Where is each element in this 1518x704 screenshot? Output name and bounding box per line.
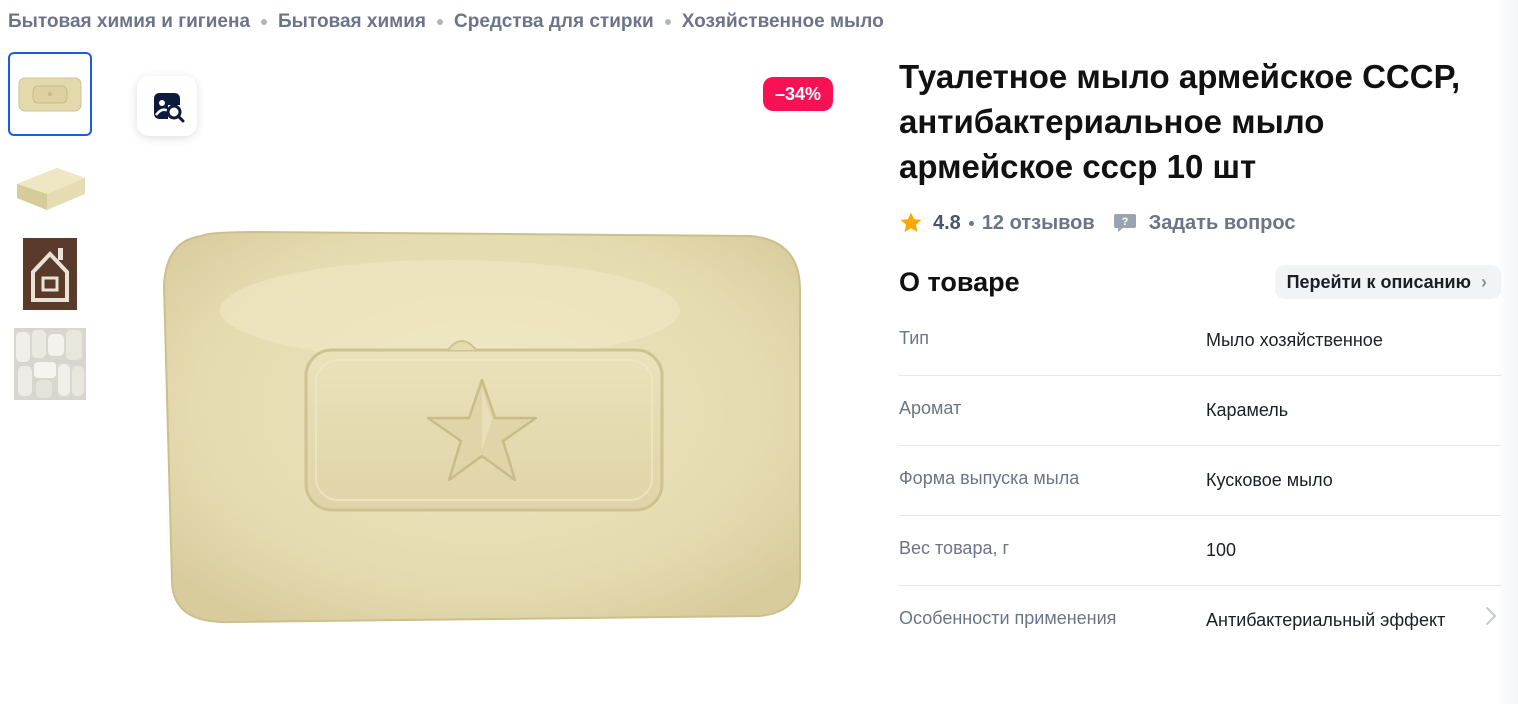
property-row: Вес товара, г 100 — [899, 516, 1501, 586]
about-section-header: О товаре Перейти к описанию › — [899, 262, 1501, 302]
star-icon — [900, 212, 922, 232]
reviews-link[interactable]: 12 отзывов — [982, 212, 1095, 235]
property-name: Вес товара, г — [899, 538, 1010, 558]
property-row: Аромат Карамель — [899, 376, 1501, 446]
property-name: Тип — [899, 328, 930, 348]
rating-row: 4.8 12 отзывов ? Задать вопрос — [899, 208, 1295, 238]
svg-text:?: ? — [1121, 216, 1128, 228]
soap-bar-image — [162, 230, 801, 624]
property-row: Тип Мыло хозяйственное — [899, 306, 1501, 376]
product-title: Туалетное мыло армейское СССР, антибакте… — [899, 58, 1461, 185]
thumbnail-house-pattern[interactable] — [8, 232, 92, 316]
search-by-photo-button[interactable] — [137, 76, 197, 136]
goto-description-button[interactable]: Перейти к описанию › — [1274, 265, 1501, 299]
about-title: О товаре — [899, 266, 1020, 297]
thumbnail-soap-angle[interactable] — [8, 142, 92, 226]
thumbnail-soap-pile[interactable] — [8, 322, 92, 406]
property-name: Форма выпуска мыла — [899, 468, 1080, 488]
ask-question-button[interactable]: ? Задать вопрос — [1113, 211, 1296, 235]
goto-description-label: Перейти к описанию — [1286, 271, 1471, 292]
side-panel-edge — [1496, 0, 1518, 704]
property-row-expandable[interactable]: Особенности применения Антибактериальный… — [899, 586, 1501, 655]
soap-pile-thumb-image — [14, 328, 86, 400]
properties-table: Тип Мыло хозяйственное Аромат Карамель Ф… — [899, 306, 1501, 655]
breadcrumb-item[interactable]: Бытовая химия — [278, 11, 426, 33]
breadcrumb-separator — [437, 19, 443, 25]
property-value: Антибактериальный эффект — [1206, 610, 1446, 630]
camera-search-icon — [154, 93, 185, 123]
property-name: Аромат — [899, 398, 962, 418]
breadcrumb-item[interactable]: Хозяйственное мыло — [682, 11, 884, 33]
house-pattern-thumb-image — [23, 238, 77, 310]
property-row: Форма выпуска мыла Кусковое мыло — [899, 446, 1501, 516]
breadcrumb-separator — [261, 19, 268, 25]
thumbnail-list — [8, 52, 92, 412]
ask-question-label: Задать вопрос — [1148, 211, 1296, 234]
separator-dot — [968, 220, 974, 226]
property-value: 100 — [1206, 540, 1237, 560]
property-value: Карамель — [1206, 400, 1289, 420]
thumbnail-soap-front[interactable] — [8, 52, 92, 136]
property-name: Особенности применения — [899, 608, 1117, 628]
discount-badge: –34% — [763, 77, 834, 111]
soap-angle-thumb-image — [17, 168, 85, 210]
property-value: Мыло хозяйственное — [1206, 330, 1383, 350]
question-bubble-icon: ? — [1113, 214, 1136, 232]
chevron-right-icon: › — [1481, 271, 1487, 292]
breadcrumb-item[interactable]: Средства для стирки — [454, 11, 654, 33]
soap-front-thumb-image — [18, 77, 82, 112]
main-product-image[interactable] — [110, 60, 854, 680]
rating-value[interactable]: 4.8 — [933, 212, 961, 235]
property-value: Кусковое мыло — [1206, 470, 1333, 490]
breadcrumb: Бытовая химия и гигиена Бытовая химия Ср… — [8, 10, 884, 34]
breadcrumb-separator — [664, 19, 671, 25]
breadcrumb-item[interactable]: Бытовая химия и гигиена — [8, 11, 250, 33]
